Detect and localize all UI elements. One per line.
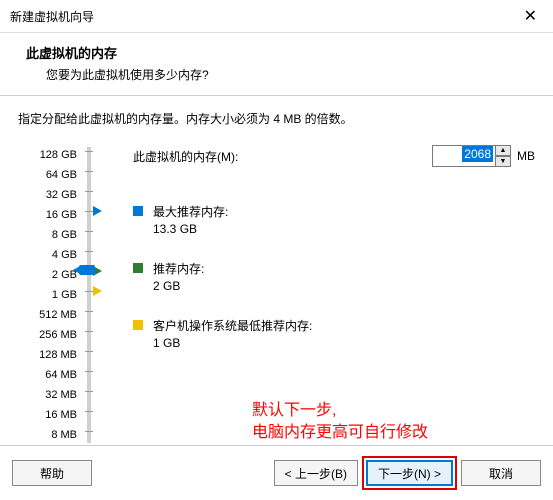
memory-label: 此虚拟机的内存(M): xyxy=(133,148,238,165)
max-rec-title: 最大推荐内存: xyxy=(153,203,228,220)
max-recommendation: 最大推荐内存: 13.3 GB xyxy=(133,203,535,236)
memory-scale: 128 GB64 GB32 GB16 GB8 GB4 GB2 GB1 GB512… xyxy=(18,145,83,465)
scale-label: 64 MB xyxy=(45,365,77,385)
wizard-header: 此虚拟机的内存 您要为此虚拟机使用多少内存? xyxy=(0,33,553,96)
recommended-recommendation: 推荐内存: 2 GB xyxy=(133,260,535,293)
wizard-footer: 帮助 < 上一步(B) 下一步(N) > 取消 xyxy=(0,445,553,500)
next-button-highlight: 下一步(N) > xyxy=(362,456,457,490)
page-title: 此虚拟机的内存 xyxy=(26,43,537,62)
close-icon[interactable]: ✕ xyxy=(518,6,543,26)
min-rec-value: 1 GB xyxy=(153,336,312,350)
scale-label: 8 MB xyxy=(51,425,77,445)
page-subtitle: 您要为此虚拟机使用多少内存? xyxy=(46,66,537,83)
window-title: 新建虚拟机向导 xyxy=(10,8,94,25)
help-button[interactable]: 帮助 xyxy=(12,460,92,486)
scale-label: 128 GB xyxy=(40,145,77,165)
scale-label: 16 MB xyxy=(45,405,77,425)
max-marker-icon xyxy=(133,206,143,216)
max-rec-value: 13.3 GB xyxy=(153,222,228,236)
memory-value: 2068 xyxy=(462,146,493,162)
current-pointer-icon xyxy=(73,265,82,275)
rec-value: 2 GB xyxy=(153,279,204,293)
annotation-line2: 电脑内存更高可自行修改 xyxy=(252,422,428,444)
min-pointer-icon xyxy=(93,286,102,296)
scale-label: 512 MB xyxy=(39,305,77,325)
memory-spinner[interactable]: ▲ ▼ xyxy=(495,145,511,167)
spinner-up-icon[interactable]: ▲ xyxy=(495,145,511,156)
spinner-down-icon[interactable]: ▼ xyxy=(495,156,511,167)
min-rec-title: 客户机操作系统最低推荐内存: xyxy=(153,317,312,334)
memory-slider[interactable] xyxy=(83,145,113,445)
scale-label: 32 MB xyxy=(45,385,77,405)
scale-label: 1 GB xyxy=(52,285,77,305)
max-pointer-icon xyxy=(93,206,102,216)
instruction-text: 指定分配给此虚拟机的内存量。内存大小必须为 4 MB 的倍数。 xyxy=(18,110,535,127)
memory-input[interactable]: 2068 xyxy=(432,145,496,167)
annotation-line1: 默认下一步, xyxy=(252,400,428,422)
memory-unit: MB xyxy=(517,149,535,163)
cancel-button[interactable]: 取消 xyxy=(461,460,541,486)
rec-title: 推荐内存: xyxy=(153,260,204,277)
scale-label: 4 GB xyxy=(52,245,77,265)
scale-label: 32 GB xyxy=(46,185,77,205)
titlebar: 新建虚拟机向导 ✕ xyxy=(0,0,553,33)
scale-label: 16 GB xyxy=(46,205,77,225)
back-button[interactable]: < 上一步(B) xyxy=(274,460,358,486)
scale-label: 256 MB xyxy=(39,325,77,345)
recommended-marker-icon xyxy=(133,263,143,273)
scale-label: 128 MB xyxy=(39,345,77,365)
user-annotation: 默认下一步, 电脑内存更高可自行修改 xyxy=(252,400,428,444)
scale-label: 8 GB xyxy=(52,225,77,245)
min-marker-icon xyxy=(133,320,143,330)
scale-label: 64 GB xyxy=(46,165,77,185)
min-recommendation: 客户机操作系统最低推荐内存: 1 GB xyxy=(133,317,535,350)
next-button[interactable]: 下一步(N) > xyxy=(366,460,453,486)
